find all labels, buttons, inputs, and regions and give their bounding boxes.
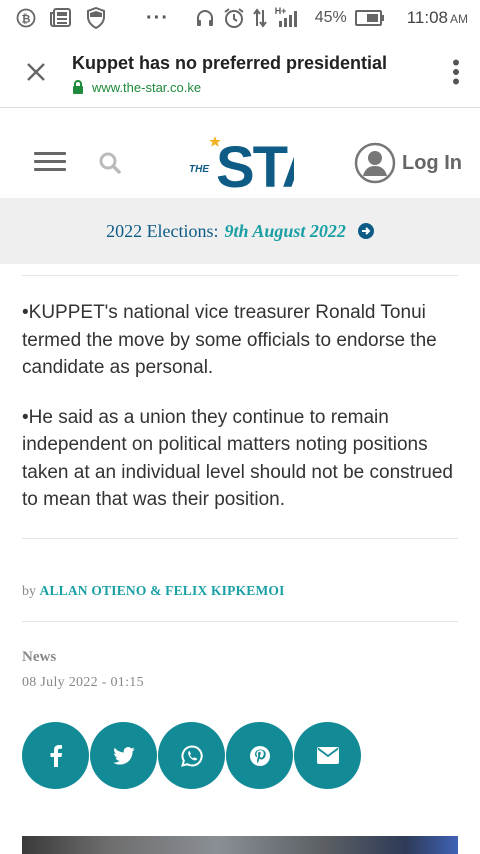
custom-tab-toolbar: Kuppet has no preferred presidential www… bbox=[0, 36, 480, 108]
summary-bullet-1: •KUPPET's national vice treasurer Ronald… bbox=[22, 302, 437, 378]
the-star-logo[interactable]: STAR THE bbox=[188, 130, 365, 200]
news-notification-icon bbox=[50, 8, 72, 28]
logo-star-text: STAR bbox=[216, 135, 294, 192]
more-notifications-icon: ··· bbox=[146, 6, 169, 29]
article-body: •KUPPET's national vice treasurer Ronald… bbox=[22, 264, 458, 691]
url-row: www.the-star.co.ke bbox=[72, 80, 432, 95]
close-icon bbox=[27, 62, 45, 81]
category-link[interactable]: News bbox=[22, 649, 458, 666]
byline: by ALLAN OTIENO & FELIX KIPKEMOI bbox=[22, 583, 458, 600]
share-buttons bbox=[22, 722, 361, 789]
whatsapp-icon bbox=[180, 744, 203, 767]
author-link[interactable]: ALLAN OTIENO & FELIX KIPKEMOI bbox=[40, 583, 285, 598]
twitter-icon bbox=[112, 746, 135, 765]
summary-bullet-2: •He said as a union they continue to rem… bbox=[22, 406, 453, 511]
battery-percent: 45% bbox=[314, 9, 347, 26]
article-image bbox=[22, 836, 458, 854]
user-avatar-icon bbox=[354, 142, 396, 184]
share-whatsapp-button[interactable] bbox=[158, 722, 225, 789]
divider bbox=[22, 275, 458, 276]
network-type-label: H+ bbox=[274, 6, 287, 16]
divider bbox=[22, 537, 458, 539]
page-title: Kuppet has no preferred presidential bbox=[72, 52, 388, 73]
alarm-icon bbox=[223, 7, 245, 29]
divider bbox=[22, 620, 458, 622]
shield-notification-icon bbox=[86, 7, 106, 29]
facebook-icon bbox=[50, 744, 62, 767]
login-label: Log In bbox=[402, 151, 462, 174]
byline-prefix: by bbox=[22, 583, 36, 599]
logo-the-text: THE bbox=[189, 164, 209, 175]
data-transfer-icon bbox=[252, 8, 267, 28]
toolbar-title-area[interactable]: Kuppet has no preferred presidential www… bbox=[72, 49, 432, 95]
bitcoin-notification-icon: ₿ bbox=[16, 8, 36, 28]
email-icon bbox=[316, 747, 339, 764]
share-email-button[interactable] bbox=[294, 722, 361, 789]
status-bar: ₿ ··· H+ 45% 11:08 AM bbox=[0, 0, 480, 36]
hamburger-icon bbox=[34, 152, 66, 155]
search-button[interactable] bbox=[98, 151, 122, 180]
banner-label: 2022 Elections: bbox=[106, 220, 219, 241]
arrow-circle-right-icon[interactable] bbox=[357, 223, 374, 239]
overflow-menu-button[interactable] bbox=[432, 36, 480, 108]
site-header: STAR THE Log In bbox=[0, 108, 480, 200]
login-button[interactable]: Log In bbox=[354, 142, 462, 184]
clock-time: 11:08 bbox=[406, 8, 448, 27]
search-icon bbox=[99, 152, 121, 174]
clock-ampm: AM bbox=[450, 12, 468, 26]
more-vert-icon bbox=[453, 59, 459, 84]
hamburger-line bbox=[34, 160, 66, 163]
headphones-icon bbox=[195, 8, 215, 28]
share-twitter-button[interactable] bbox=[90, 722, 157, 789]
publish-date: 08 July 2022 - 01:15 bbox=[22, 674, 144, 690]
share-facebook-button[interactable] bbox=[22, 722, 89, 789]
battery-icon bbox=[354, 9, 385, 27]
menu-button[interactable] bbox=[34, 152, 66, 172]
clock: 11:08 AM bbox=[407, 8, 468, 28]
elections-banner[interactable]: 2022 Elections: 9th August 2022 bbox=[0, 198, 480, 264]
pinterest-icon bbox=[249, 745, 270, 766]
share-pinterest-button[interactable] bbox=[226, 722, 293, 789]
banner-date-link[interactable]: 9th August 2022 bbox=[225, 221, 346, 242]
svg-text:₿: ₿ bbox=[22, 13, 31, 26]
signal-icon: H+ bbox=[274, 6, 301, 28]
lock-icon bbox=[73, 79, 83, 94]
hamburger-line bbox=[34, 168, 66, 171]
page-url: www.the-star.co.ke bbox=[92, 79, 202, 95]
close-tab-button[interactable] bbox=[0, 36, 72, 108]
